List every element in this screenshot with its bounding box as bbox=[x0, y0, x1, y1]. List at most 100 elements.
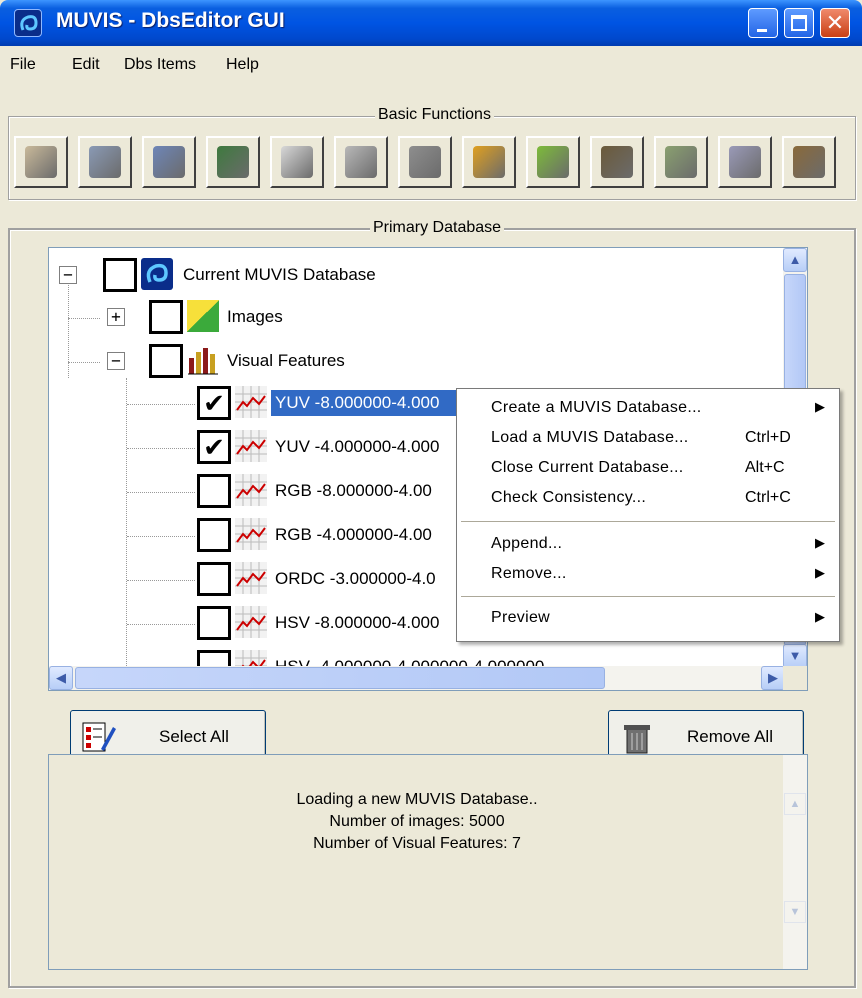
tree-node-label: RGB -8.000000-4.00 bbox=[275, 481, 432, 500]
tree-connector bbox=[127, 536, 195, 537]
tree-node-root[interactable]: − Current MUVIS Database bbox=[59, 258, 459, 294]
menu-item-label: Preview bbox=[491, 609, 551, 626]
feature-checkbox[interactable]: ✔ bbox=[197, 430, 231, 464]
tree-connector bbox=[68, 362, 100, 363]
menu-append[interactable]: Append... ▶ bbox=[457, 531, 839, 561]
menu-item-label: Close Current Database... bbox=[491, 459, 684, 476]
menu-separator bbox=[461, 521, 835, 522]
toolbar-button-camera[interactable] bbox=[398, 136, 452, 188]
scroll-up-button[interactable]: ▲ bbox=[784, 793, 806, 815]
maximize-button[interactable] bbox=[784, 8, 814, 38]
menu-item-label: Create a MUVIS Database... bbox=[491, 399, 702, 416]
menu-dbs-items[interactable]: Dbs Items bbox=[124, 56, 196, 74]
muvis-app-icon[interactable] bbox=[14, 9, 42, 37]
feature-graph-icon bbox=[235, 430, 267, 462]
tree-connector bbox=[68, 318, 100, 319]
feature-checkbox[interactable] bbox=[197, 606, 231, 640]
menu-create-database[interactable]: Create a MUVIS Database... ▶ bbox=[457, 395, 839, 425]
log-vertical-scrollbar[interactable]: ▲ ▼ bbox=[783, 755, 807, 969]
menu-edit[interactable]: Edit bbox=[72, 56, 100, 74]
feature-checkbox[interactable]: ✔ bbox=[197, 386, 231, 420]
menu-separator bbox=[461, 596, 835, 597]
submenu-arrow-icon: ▶ bbox=[815, 535, 825, 550]
toolbar-button-cd-dvd[interactable] bbox=[718, 136, 772, 188]
cd-dvd-icon bbox=[729, 146, 761, 178]
image-sequence-icon bbox=[281, 146, 313, 178]
menu-preview[interactable]: Preview ▶ bbox=[457, 605, 839, 635]
menu-item-label: Load a MUVIS Database... bbox=[491, 429, 689, 446]
menu-load-database[interactable]: Load a MUVIS Database... Ctrl+D bbox=[457, 425, 839, 455]
images-checkbox[interactable] bbox=[149, 300, 183, 334]
primary-database-title: Primary Database bbox=[370, 219, 505, 237]
close-database-icon bbox=[89, 146, 121, 178]
scroll-left-button[interactable]: ◀ bbox=[49, 666, 73, 690]
scroll-down-button[interactable]: ▼ bbox=[784, 901, 806, 923]
toolbar-button-video-image[interactable] bbox=[462, 136, 516, 188]
tree-node-label: Visual Features bbox=[227, 351, 345, 370]
help-database-icon bbox=[153, 146, 185, 178]
tree-horizontal-scrollbar[interactable]: ◀ ▶ bbox=[49, 666, 785, 690]
menu-remove[interactable]: Remove... ▶ bbox=[457, 561, 839, 591]
log-line: Number of Visual Features: 7 bbox=[313, 835, 521, 852]
feature-checkbox[interactable] bbox=[197, 518, 231, 552]
scroll-right-button[interactable]: ▶ bbox=[761, 666, 785, 690]
collapse-toggle[interactable]: − bbox=[59, 266, 77, 284]
scroll-down-button[interactable]: ▼ bbox=[783, 644, 807, 668]
collapse-toggle[interactable]: − bbox=[107, 352, 125, 370]
root-checkbox[interactable] bbox=[103, 258, 137, 292]
close-button[interactable]: ✕ bbox=[820, 8, 850, 38]
menu-file[interactable]: File bbox=[10, 56, 36, 74]
tree-connector bbox=[127, 448, 195, 449]
muvis-database-icon bbox=[141, 258, 173, 290]
minimize-button[interactable] bbox=[748, 8, 778, 38]
feature-checkbox[interactable] bbox=[197, 562, 231, 596]
toolbar-button-eye[interactable] bbox=[782, 136, 836, 188]
feature-graph-icon bbox=[235, 386, 267, 418]
menu-item-shortcut: Alt+C bbox=[745, 459, 785, 476]
basic-functions-title: Basic Functions bbox=[375, 106, 494, 124]
feature-checkbox[interactable] bbox=[197, 474, 231, 508]
submenu-arrow-icon: ▶ bbox=[815, 609, 825, 624]
context-menu[interactable]: Create a MUVIS Database... ▶ Load a MUVI… bbox=[456, 388, 840, 642]
menu-item-shortcut: Ctrl+D bbox=[745, 429, 791, 446]
open-folder-icon bbox=[25, 146, 57, 178]
submenu-arrow-icon: ▶ bbox=[815, 399, 825, 414]
menu-close-database[interactable]: Close Current Database... Alt+C bbox=[457, 455, 839, 485]
scroll-thumb[interactable] bbox=[75, 667, 605, 689]
images-icon bbox=[187, 300, 219, 332]
remove-all-label: Remove All bbox=[687, 727, 773, 746]
toolbar-button-cloud[interactable] bbox=[334, 136, 388, 188]
scroll-up-button[interactable]: ▲ bbox=[783, 248, 807, 272]
menu-item-label: Append... bbox=[491, 535, 563, 552]
toolbar-button-person-book[interactable] bbox=[206, 136, 260, 188]
tree-node-visual-features[interactable]: − Visual Features bbox=[107, 344, 447, 380]
menu-check-consistency[interactable]: Check Consistency... Ctrl+C bbox=[457, 485, 839, 515]
visual-features-checkbox[interactable] bbox=[149, 344, 183, 378]
close-icon: ✕ bbox=[825, 10, 845, 35]
tree-node-images[interactable]: + Images bbox=[107, 300, 407, 336]
tree-node-label: YUV -4.000000-4.000 bbox=[275, 437, 440, 456]
toolbar-button-open-folder[interactable] bbox=[14, 136, 68, 188]
eye-icon bbox=[793, 146, 825, 178]
log-line: Number of images: 5000 bbox=[329, 813, 505, 830]
feature-graph-icon bbox=[235, 606, 267, 638]
menu-help[interactable]: Help bbox=[226, 56, 259, 74]
toolbar-button-image-add[interactable] bbox=[526, 136, 580, 188]
feature-graph-icon bbox=[235, 474, 267, 506]
toolbar-button-close-database[interactable] bbox=[78, 136, 132, 188]
tree-connector bbox=[127, 404, 195, 405]
submenu-arrow-icon: ▶ bbox=[815, 565, 825, 580]
status-log[interactable]: Loading a new MUVIS Database.. Number of… bbox=[48, 754, 808, 970]
expand-toggle[interactable]: + bbox=[107, 308, 125, 326]
log-line: Loading a new MUVIS Database.. bbox=[296, 791, 538, 808]
toolbar-button-help-database[interactable] bbox=[142, 136, 196, 188]
tree-connector bbox=[127, 624, 195, 625]
maximize-icon bbox=[791, 15, 807, 31]
title-bar[interactable]: MUVIS - DbsEditor GUI ✕ bbox=[0, 0, 862, 46]
toolbar-button-recycle[interactable] bbox=[654, 136, 708, 188]
tree-node-label: ORDC -3.000000-4.0 bbox=[275, 569, 436, 588]
music-icon bbox=[601, 146, 633, 178]
toolbar-button-music[interactable] bbox=[590, 136, 644, 188]
menu-item-shortcut: Ctrl+C bbox=[745, 489, 791, 506]
toolbar-button-image-sequence[interactable] bbox=[270, 136, 324, 188]
